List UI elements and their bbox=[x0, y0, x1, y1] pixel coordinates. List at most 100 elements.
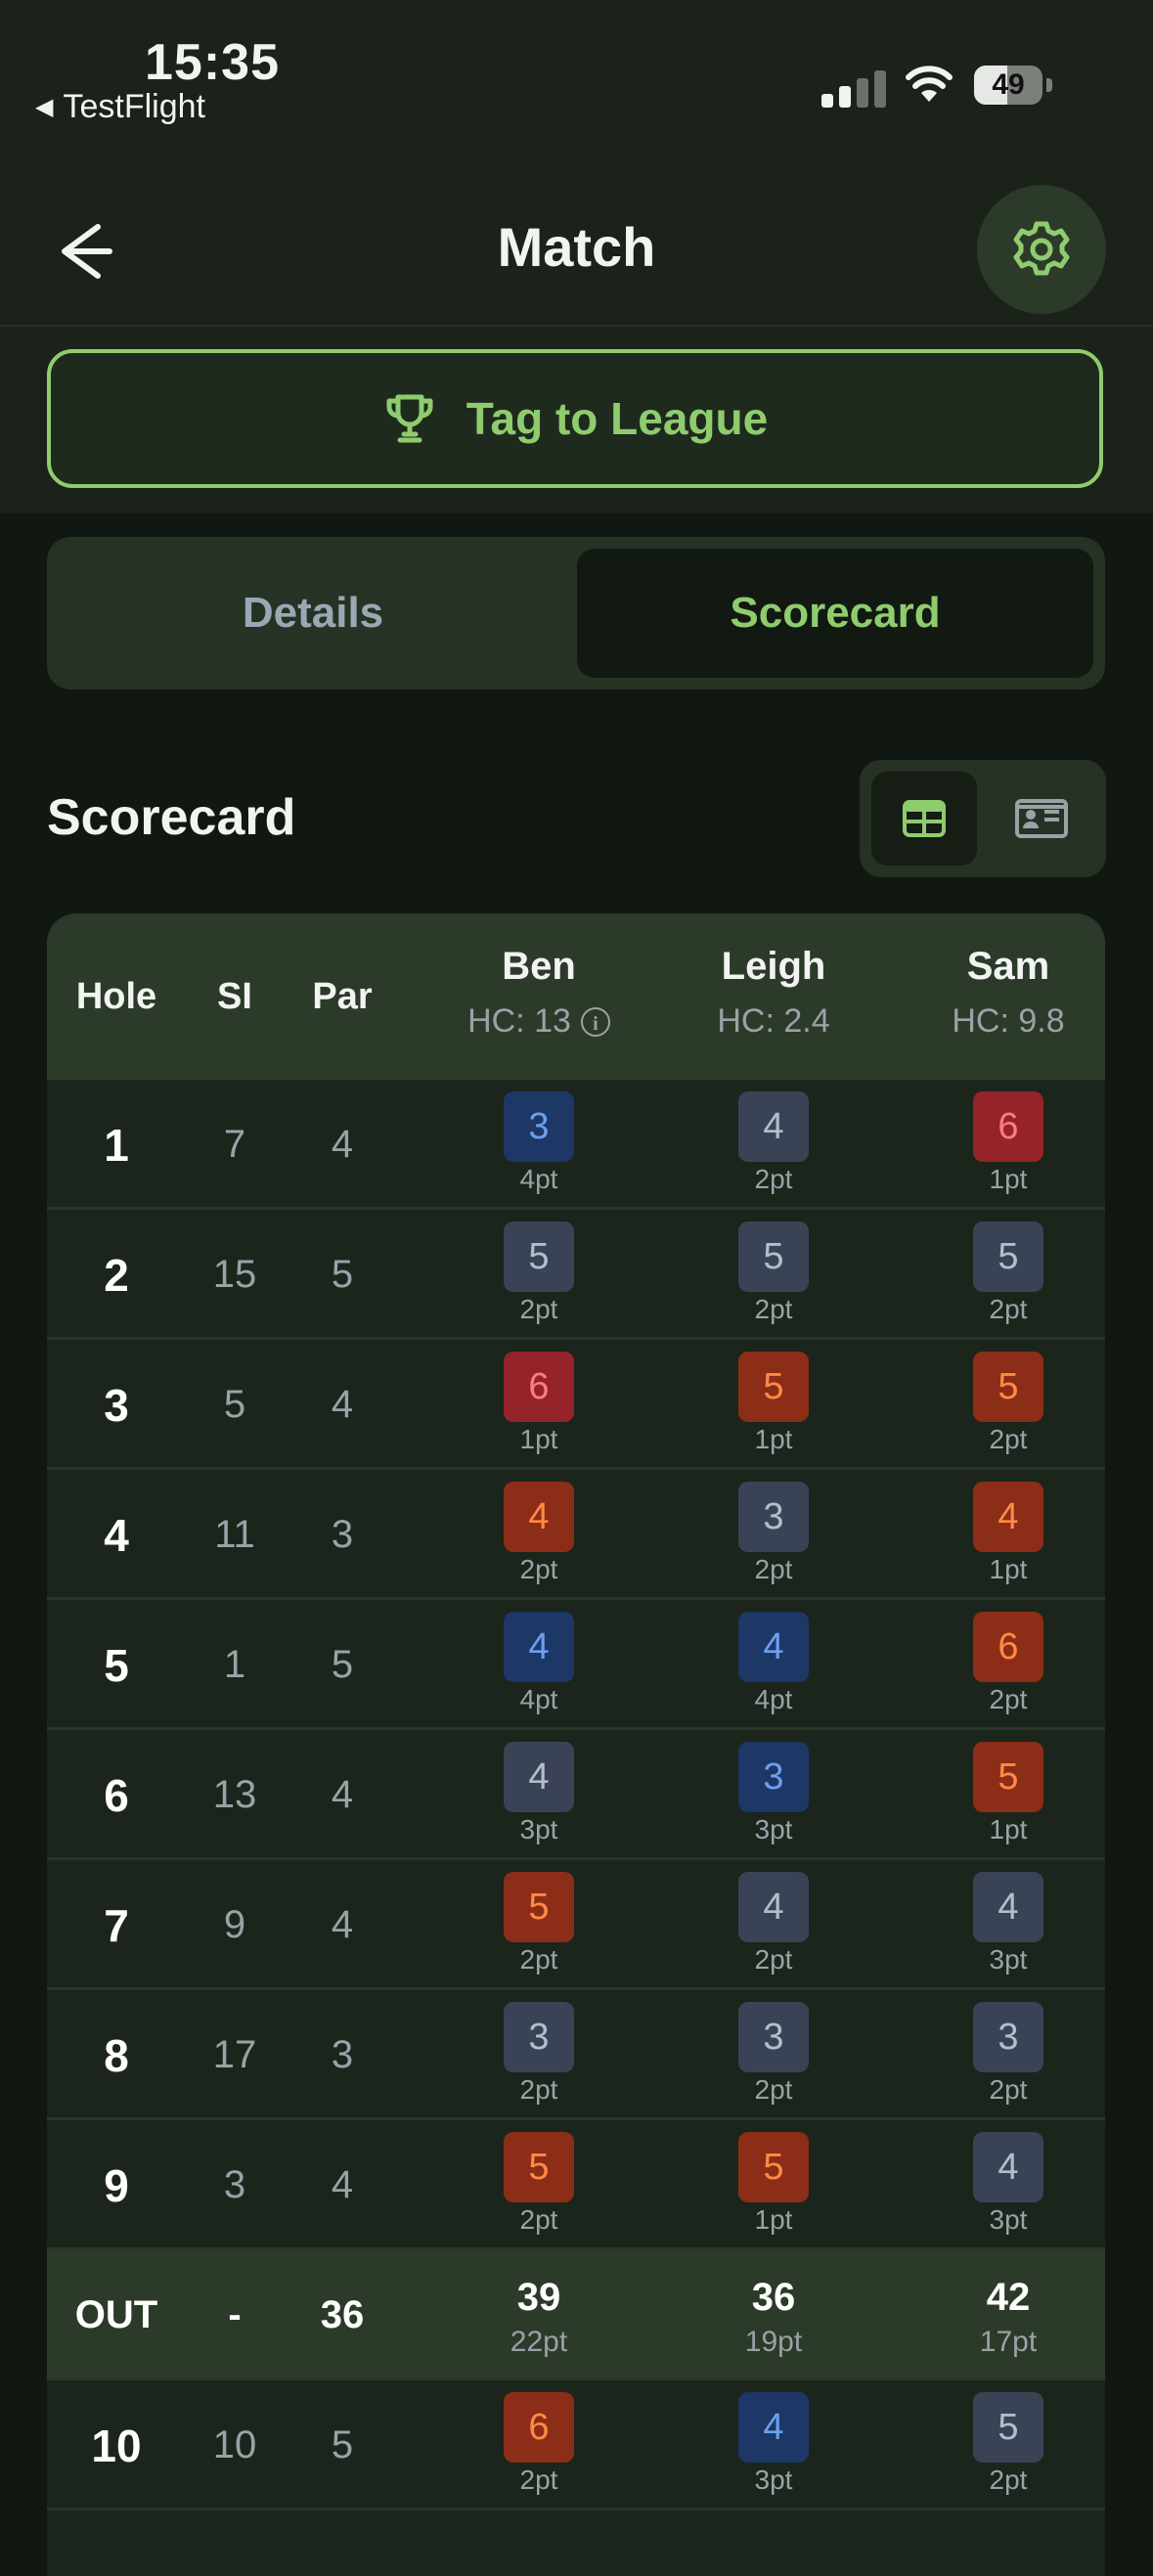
stableford-points: 2pt bbox=[989, 1684, 1028, 1714]
table-row: 2 15 5 5 2pt 5 2pt 5 2pt bbox=[47, 1210, 1105, 1340]
score-cell[interactable]: 4 1pt bbox=[891, 1470, 1105, 1600]
score-cell[interactable]: 6 2pt bbox=[891, 1600, 1105, 1730]
out-total-cell: 36 19pt bbox=[656, 2250, 891, 2380]
table-row: 1 7 4 3 4pt 4 2pt 6 1pt bbox=[47, 1080, 1105, 1210]
score-value: 3 bbox=[973, 2002, 1043, 2072]
signal-bar bbox=[839, 86, 851, 108]
out-total-cell: 42 17pt bbox=[891, 2250, 1105, 2380]
score-cell[interactable]: 5 2pt bbox=[891, 1340, 1105, 1470]
status-icons: 49 bbox=[821, 59, 1066, 108]
score-cell[interactable]: 3 3pt bbox=[656, 1730, 891, 1860]
score-value: 6 bbox=[504, 1352, 574, 1422]
player-header-ben[interactable]: Ben HC: 13 i bbox=[421, 945, 656, 1041]
score-cell[interactable]: 5 2pt bbox=[421, 2120, 656, 2250]
score-cell[interactable]: 5 2pt bbox=[891, 2380, 1105, 2510]
score-cell[interactable]: 3 2pt bbox=[891, 1990, 1105, 2120]
section-title: Scorecard bbox=[47, 789, 296, 846]
score-value: 5 bbox=[504, 2132, 574, 2202]
back-to-app-link[interactable]: ◀ TestFlight bbox=[35, 88, 205, 126]
hole-par: 5 bbox=[331, 2423, 354, 2466]
score-cell[interactable]: 4 4pt bbox=[656, 1600, 891, 1730]
score-value: 3 bbox=[738, 1742, 809, 1812]
battery-icon: 49 bbox=[974, 66, 1042, 105]
hole-par: 5 bbox=[331, 1643, 354, 1686]
trophy-icon bbox=[386, 394, 433, 443]
player-header-sam[interactable]: Sam HC: 9.8 bbox=[891, 945, 1105, 1041]
table-row: 4 11 3 4 2pt 3 2pt 4 1pt bbox=[47, 1470, 1105, 1600]
table-header: Hole SI Par Ben HC: 13 i Leigh HC: 2.4 Sa… bbox=[47, 913, 1105, 1080]
score-cell[interactable]: 3 4pt bbox=[421, 1080, 656, 1210]
score-value: 4 bbox=[738, 2392, 809, 2463]
stroke-index: 17 bbox=[212, 2033, 257, 2076]
score-value: 3 bbox=[504, 2002, 574, 2072]
out-total-points: 19pt bbox=[744, 2326, 803, 2358]
score-value: 4 bbox=[738, 1091, 809, 1162]
tab-scorecard[interactable]: Scorecard bbox=[577, 549, 1093, 678]
score-cell[interactable]: 5 2pt bbox=[421, 1860, 656, 1990]
signal-bar bbox=[857, 78, 868, 108]
score-cell[interactable]: 4 2pt bbox=[421, 1470, 656, 1600]
score-cell[interactable]: 4 3pt bbox=[891, 2120, 1105, 2250]
score-cell[interactable]: 4 2pt bbox=[656, 1080, 891, 1210]
out-par: 36 bbox=[320, 2293, 365, 2336]
score-cell[interactable]: 5 1pt bbox=[891, 1730, 1105, 1860]
battery-level: 49 bbox=[992, 68, 1025, 101]
score-cell[interactable]: 3 2pt bbox=[656, 1470, 891, 1600]
stroke-index: 11 bbox=[214, 1513, 255, 1556]
tag-to-league-label: Tag to League bbox=[466, 393, 769, 444]
hole-number: 1 bbox=[104, 1119, 129, 1171]
table-row: 7 9 4 5 2pt 4 2pt 4 3pt bbox=[47, 1860, 1105, 1990]
table-row: 5 1 5 4 4pt 4 4pt 6 2pt bbox=[47, 1600, 1105, 1730]
player-header-leigh[interactable]: Leigh HC: 2.4 bbox=[656, 945, 891, 1041]
score-value: 4 bbox=[504, 1612, 574, 1682]
score-cell[interactable]: 5 2pt bbox=[421, 1210, 656, 1340]
score-cell[interactable]: 6 2pt bbox=[421, 2380, 656, 2510]
hole-number: 5 bbox=[104, 1639, 129, 1691]
stableford-points: 3pt bbox=[754, 1814, 793, 1844]
stableford-points: 3pt bbox=[989, 1944, 1028, 1975]
stableford-points: 1pt bbox=[989, 1814, 1028, 1844]
score-cell[interactable]: 4 3pt bbox=[891, 1860, 1105, 1990]
card-view-button[interactable] bbox=[989, 772, 1094, 866]
score-cell[interactable]: 5 1pt bbox=[656, 1340, 891, 1470]
out-total-strokes: 42 bbox=[986, 2276, 1031, 2319]
score-cell[interactable]: 5 2pt bbox=[891, 1210, 1105, 1340]
hole-par: 4 bbox=[331, 1773, 354, 1816]
score-cell[interactable]: 5 2pt bbox=[656, 1210, 891, 1340]
hole-par: 4 bbox=[331, 1903, 354, 1946]
score-value: 6 bbox=[973, 1091, 1043, 1162]
score-cell[interactable]: 3 2pt bbox=[421, 1990, 656, 2120]
stableford-points: 2pt bbox=[754, 1294, 793, 1324]
score-cell[interactable]: 5 1pt bbox=[656, 2120, 891, 2250]
hole-number: 7 bbox=[104, 1899, 129, 1951]
stableford-points: 2pt bbox=[754, 1944, 793, 1975]
stroke-index: 3 bbox=[223, 2163, 246, 2206]
scorecard-view-toggle bbox=[860, 760, 1106, 877]
stableford-points: 2pt bbox=[754, 1554, 793, 1584]
score-value: 6 bbox=[504, 2392, 574, 2463]
settings-button[interactable] bbox=[977, 185, 1106, 314]
signal-icon bbox=[821, 94, 833, 108]
score-value: 4 bbox=[973, 1482, 1043, 1552]
stableford-points: 1pt bbox=[519, 1424, 558, 1454]
table-view-button[interactable] bbox=[871, 772, 977, 866]
out-label: OUT bbox=[74, 2293, 158, 2336]
info-icon[interactable]: i bbox=[580, 1006, 610, 1037]
score-cell[interactable]: 4 2pt bbox=[656, 1860, 891, 1990]
tag-to-league-button[interactable]: Tag to League bbox=[47, 349, 1103, 488]
score-cell[interactable]: 6 1pt bbox=[421, 1340, 656, 1470]
score-cell[interactable]: 4 3pt bbox=[421, 1730, 656, 1860]
score-value: 4 bbox=[738, 1612, 809, 1682]
battery-tip bbox=[1046, 78, 1052, 92]
stableford-points: 2pt bbox=[989, 1424, 1028, 1454]
hole-par: 4 bbox=[331, 1123, 354, 1166]
stableford-points: 2pt bbox=[519, 2074, 558, 2105]
wifi-icon bbox=[906, 66, 953, 102]
score-cell[interactable]: 4 4pt bbox=[421, 1600, 656, 1730]
score-value: 5 bbox=[738, 1352, 809, 1422]
score-value: 5 bbox=[973, 1221, 1043, 1292]
tab-details[interactable]: Details bbox=[59, 549, 567, 678]
score-cell[interactable]: 4 3pt bbox=[656, 2380, 891, 2510]
score-cell[interactable]: 3 2pt bbox=[656, 1990, 891, 2120]
score-cell[interactable]: 6 1pt bbox=[891, 1080, 1105, 1210]
